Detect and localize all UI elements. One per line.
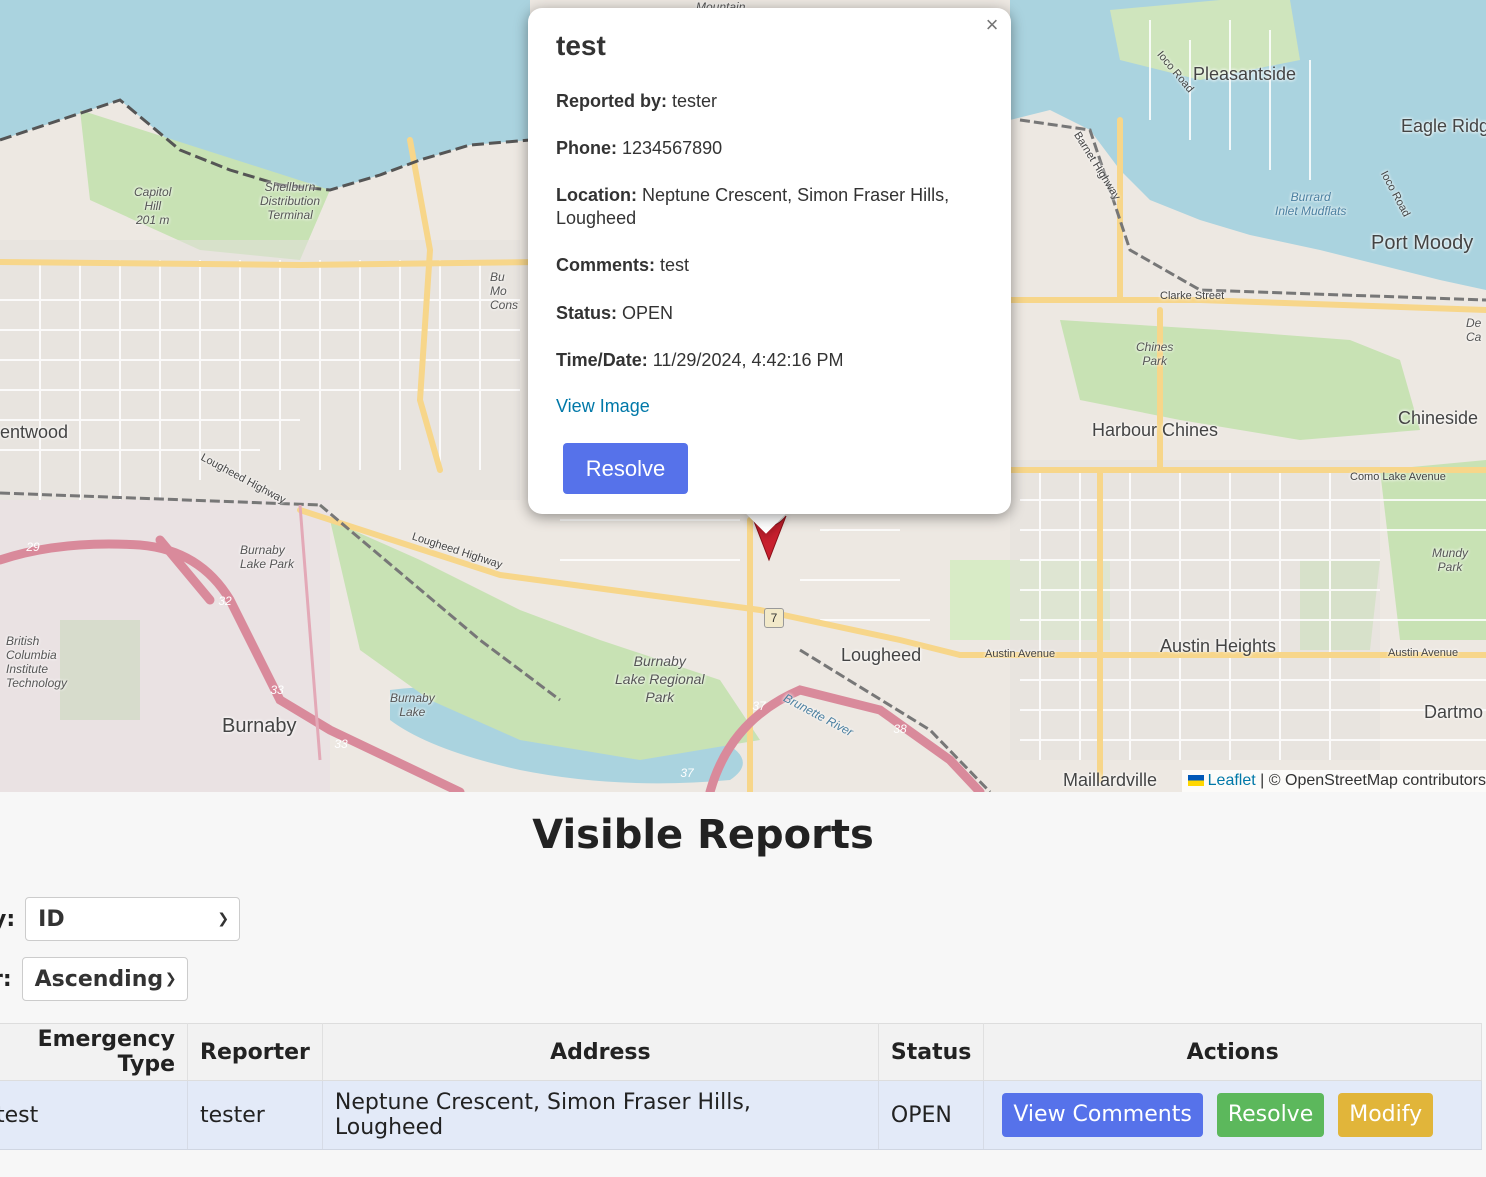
place-fragment-bu: Bu Mo Cons <box>490 270 519 312</box>
field-label: Comments: <box>556 255 656 275</box>
place-burnaby: Burnaby <box>222 715 297 737</box>
place-pleasantside: Pleasantside <box>1193 64 1297 84</box>
popup-status: Status: OPEN <box>556 302 976 325</box>
table-header-row: Emergency Type Reporter Address Status A… <box>0 1023 1482 1081</box>
sort-by-select[interactable]: ID ❯ <box>25 897 241 941</box>
chevron-down-icon: ❯ <box>164 971 177 987</box>
place-burnaby-lake-park: Burnaby Lake Park <box>240 543 295 571</box>
field-label: Status: <box>556 303 618 323</box>
popup-resolve-button[interactable]: Resolve <box>563 443 688 494</box>
field-value: tester <box>672 91 718 111</box>
place-port-moody: Port Moody <box>1371 232 1474 254</box>
sort-by-label: y: <box>0 906 16 932</box>
place-entwood: entwood <box>0 422 69 442</box>
place-eagle-ridge: Eagle Ridg <box>1401 116 1486 136</box>
place-capitol-hill: Capitol Hill 201 m <box>134 185 172 227</box>
field-value: 11/29/2024, 4:42:16 PM <box>652 350 844 370</box>
highway-shield-37b: 37 <box>680 766 694 780</box>
cell-reporter: tester <box>187 1080 323 1150</box>
chevron-down-icon: ❯ <box>217 911 230 927</box>
place-dartmo: Dartmo <box>1424 702 1484 722</box>
field-value: 1234567890 <box>622 138 723 158</box>
place-austin-heights: Austin Heights <box>1160 636 1277 656</box>
road-austin-avenue: Austin Avenue <box>985 648 1056 660</box>
sort-by-control: y: ID ❯ <box>0 896 241 942</box>
cell-emergency-type: test <box>0 1080 188 1150</box>
table-row: test tester Neptune Crescent, Simon Fras… <box>0 1080 1482 1150</box>
column-actions: Actions <box>983 1023 1482 1081</box>
order-select[interactable]: Ascending ❯ <box>21 957 188 1001</box>
popup-location: Location: Neptune Crescent, Simon Fraser… <box>556 184 976 230</box>
popup-close-icon[interactable]: × <box>981 14 1003 36</box>
place-burrard-mudflats: Burrard Inlet Mudflats <box>1275 190 1347 218</box>
place-harbour-chines: Harbour Chines <box>1092 420 1219 440</box>
highway-shield-32: 32 <box>218 594 232 608</box>
popup-reported-by: Reported by: tester <box>556 90 976 113</box>
field-label: Time/Date: <box>556 350 648 370</box>
place-mundy-park: Mundy Park <box>1432 546 1469 574</box>
column-status[interactable]: Status <box>878 1023 985 1081</box>
highway-shield-38: 38 <box>893 722 907 736</box>
cell-actions: View Comments Resolve Modify <box>983 1080 1482 1150</box>
place-maillardville: Maillardville <box>1063 770 1158 790</box>
road-como-lake: Como Lake Avenue <box>1350 471 1446 483</box>
field-label: Phone: <box>556 138 617 158</box>
place-shellburn: Shellburn Distribution Terminal <box>260 180 321 222</box>
road-clarke-street: Clarke Street <box>1160 290 1225 302</box>
reports-table: Emergency Type Reporter Address Status A… <box>0 1023 1482 1150</box>
popup-phone: Phone: 1234567890 <box>556 137 976 160</box>
popup-title: test <box>556 30 606 61</box>
column-emergency-type[interactable]: Emergency Type <box>0 1023 188 1081</box>
highway-shield-33a: 33 <box>270 683 284 697</box>
leaflet-link[interactable]: Leaflet <box>1208 772 1256 789</box>
highway-shield-29: 29 <box>26 540 40 554</box>
highway-shield-7: 7 <box>764 608 784 628</box>
column-address[interactable]: Address <box>322 1023 879 1081</box>
attribution-separator: | <box>1260 772 1265 789</box>
order-label: r: <box>0 966 12 992</box>
popup-time-date: Time/Date: 11/29/2024, 4:42:16 PM <box>556 349 976 372</box>
sort-by-value: ID <box>38 906 65 932</box>
place-burnaby-lake-regional-park: Burnaby Lake Regional Park <box>615 653 705 705</box>
field-value: OPEN <box>622 303 674 323</box>
column-reporter[interactable]: Reporter <box>187 1023 323 1081</box>
order-control: r: Ascending ❯ <box>0 956 188 1002</box>
place-burnaby-lake: Burnaby Lake <box>390 691 435 719</box>
place-fragment-ca: De Ca <box>1466 316 1482 344</box>
reports-title: Visible Reports <box>532 812 874 858</box>
map-attribution: Leaflet | © OpenStreetMap contributors <box>1181 770 1486 792</box>
road-austin-avenue-2: Austin Avenue <box>1388 647 1459 659</box>
field-value: test <box>660 255 690 275</box>
order-value: Ascending <box>34 966 164 992</box>
resolve-button[interactable]: Resolve <box>1216 1093 1325 1137</box>
view-comments-button[interactable]: View Comments <box>1002 1093 1203 1137</box>
place-chineside: Chineside <box>1398 408 1479 428</box>
place-bcit: British Columbia Institute Technology <box>6 634 67 690</box>
cell-address: Neptune Crescent, Simon Fraser Hills, Lo… <box>322 1080 879 1150</box>
report-popup: × test Reported by: tester Phone: 123456… <box>528 8 1011 514</box>
field-label: Reported by: <box>556 91 668 111</box>
cell-status: OPEN <box>878 1080 985 1150</box>
osm-attribution: © OpenStreetMap contributors <box>1268 772 1486 789</box>
place-chines-park: Chines Park <box>1136 340 1174 368</box>
popup-comments: Comments: test <box>556 254 976 277</box>
highway-shield-33b: 33 <box>334 737 348 751</box>
view-image-link[interactable]: View Image <box>556 396 650 417</box>
place-lougheed: Lougheed <box>841 645 922 665</box>
highway-shield-37a: 37 <box>752 699 766 713</box>
modify-button[interactable]: Modify <box>1338 1093 1434 1137</box>
field-label: Location: <box>556 185 637 205</box>
ukraine-flag-icon <box>1187 775 1204 786</box>
